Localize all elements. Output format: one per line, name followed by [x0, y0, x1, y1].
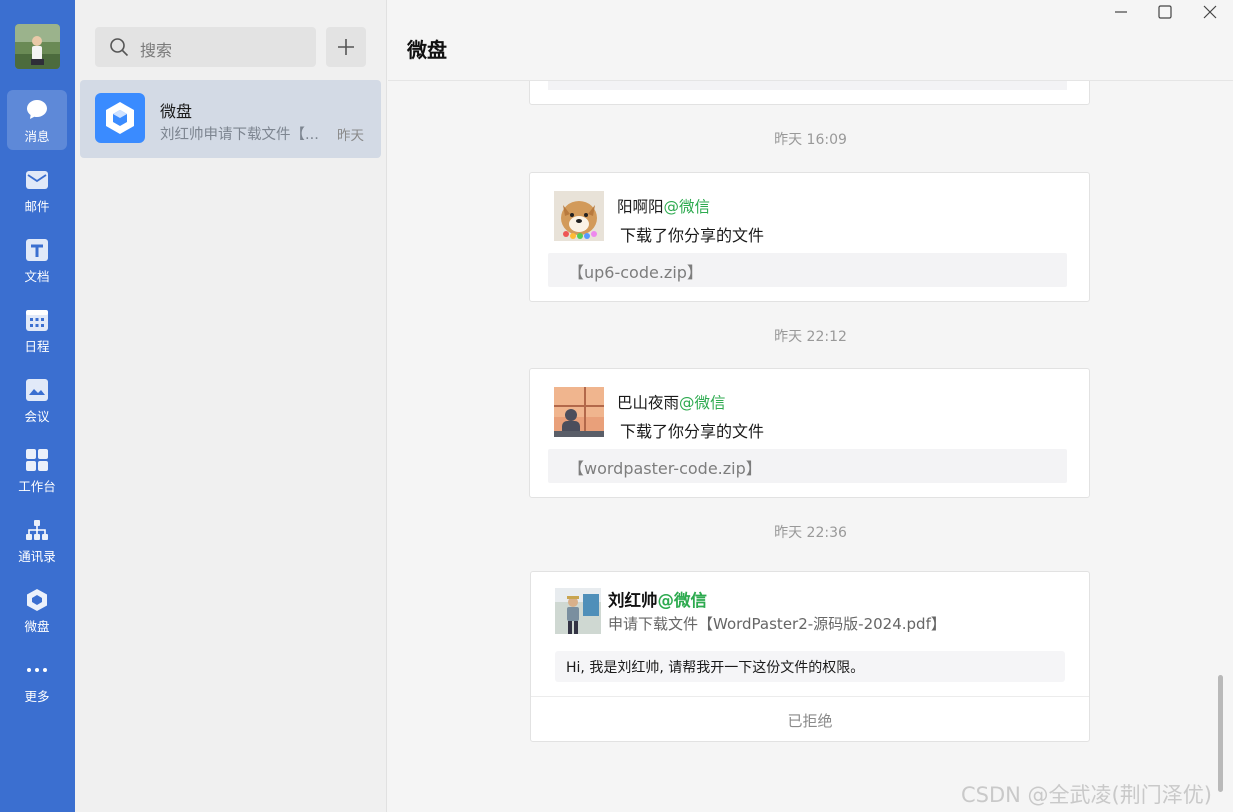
nav-label: 工作台 — [18, 479, 56, 494]
timestamp: 昨天 16:09 — [774, 132, 847, 148]
source-tag: @微信 — [657, 591, 708, 610]
mail-icon — [26, 171, 48, 189]
user-avatar[interactable] — [15, 24, 60, 69]
chat-panel: 微盘 昨天 16:09 阳啊阳@微信 下载了你分享的文件 【up6-code.z… — [388, 0, 1233, 812]
source-tag: @微信 — [679, 394, 726, 412]
file-link[interactable]: 【up6-code.zip】 — [548, 253, 1067, 287]
meeting-icon — [26, 379, 48, 401]
source-tag: @微信 — [663, 198, 711, 216]
nav-contacts[interactable]: 通讯录 — [7, 510, 67, 570]
nav-docs[interactable]: 文档 — [7, 230, 67, 290]
nav-more[interactable]: 更多 — [7, 650, 67, 710]
timestamp: 昨天 22:36 — [774, 525, 847, 541]
minimize-icon[interactable] — [1110, 2, 1132, 22]
request-status: 已拒绝 — [787, 712, 833, 730]
sender-name: 巴山夜雨@微信 — [617, 391, 726, 413]
requester-name: 刘红帅@微信 — [608, 587, 707, 611]
avatar — [554, 387, 604, 437]
sender-name: 阳啊阳@微信 — [617, 195, 710, 217]
calendar-icon — [26, 310, 48, 331]
nav-weipan[interactable]: 微盘 — [7, 580, 67, 640]
nav-label: 会议 — [24, 409, 50, 424]
add-button[interactable] — [326, 27, 366, 67]
nav-mail[interactable]: 邮件 — [7, 160, 67, 220]
conversation-time: 昨天 — [337, 128, 364, 144]
weipan-cube-icon — [27, 589, 47, 611]
conversation-preview: 刘红帅申请下载文件【... — [160, 127, 319, 143]
nav-label: 微盘 — [24, 619, 50, 634]
message-scroll-area[interactable]: 昨天 16:09 阳啊阳@微信 下载了你分享的文件 【up6-code.zip】… — [388, 81, 1233, 812]
conversation-list-panel: 搜索 微盘 刘红帅申请下载文件【... 昨天 — [75, 0, 387, 812]
message-card: 阳啊阳@微信 下载了你分享的文件 【up6-code.zip】 — [529, 172, 1090, 302]
nav-label: 消息 — [24, 129, 50, 144]
message-card: 巴山夜雨@微信 下载了你分享的文件 【wordpaster-code.zip】 — [529, 368, 1090, 498]
divider — [531, 696, 1089, 697]
nav-label: 通讯录 — [18, 549, 56, 564]
sender-username: 阳啊阳 — [617, 198, 664, 216]
nav-label: 邮件 — [24, 199, 50, 214]
timestamp: 昨天 22:12 — [774, 329, 847, 345]
search-input[interactable]: 搜索 — [95, 27, 316, 67]
left-nav-rail: 消息 邮件 文档 日程 会议 工作台 通讯录 微盘 更多 — [0, 0, 75, 812]
requester-username: 刘红帅 — [608, 591, 658, 610]
nav-meeting[interactable]: 会议 — [7, 370, 67, 430]
message-action: 下载了你分享的文件 — [620, 226, 765, 245]
maximize-icon[interactable] — [1154, 2, 1176, 22]
wecom-window: 消息 邮件 文档 日程 会议 工作台 通讯录 微盘 更多 搜索 微盘 刘红帅申请… — [0, 0, 1233, 812]
close-icon[interactable] — [1199, 2, 1221, 22]
nav-messages[interactable]: 消息 — [7, 90, 67, 150]
search-placeholder: 搜索 — [140, 41, 173, 60]
message-action: 下载了你分享的文件 — [620, 422, 765, 441]
workbench-grid-icon — [26, 449, 48, 471]
request-message: Hi, 我是刘红帅, 请帮我开一下这份文件的权限。 — [555, 651, 1065, 682]
avatar — [554, 191, 604, 241]
nav-label: 更多 — [24, 689, 50, 704]
nav-label: 文档 — [24, 269, 50, 284]
conversation-item-weipan[interactable]: 微盘 刘红帅申请下载文件【... 昨天 — [80, 80, 381, 158]
more-dots-icon — [27, 668, 47, 672]
document-icon — [26, 239, 48, 261]
contacts-tree-icon — [26, 520, 48, 540]
message-card-partial — [529, 81, 1090, 105]
plus-icon — [338, 39, 354, 55]
nav-workbench[interactable]: 工作台 — [7, 440, 67, 500]
nav-label: 日程 — [24, 339, 50, 354]
scrollbar-thumb[interactable] — [1218, 675, 1223, 792]
permission-request-card: 刘红帅@微信 申请下载文件【WordPaster2-源码版-2024.pdf】 … — [530, 571, 1090, 742]
avatar — [555, 588, 601, 634]
search-icon — [110, 38, 129, 57]
conversation-name: 微盘 — [160, 102, 193, 121]
request-description: 申请下载文件【WordPaster2-源码版-2024.pdf】 — [608, 615, 946, 633]
chat-header: 微盘 — [388, 0, 1233, 81]
nav-calendar[interactable]: 日程 — [7, 300, 67, 360]
weipan-app-icon — [95, 93, 145, 143]
watermark: CSDN @全武凌(荆门泽优) — [961, 783, 1212, 807]
file-link[interactable]: 【wordpaster-code.zip】 — [548, 449, 1067, 483]
sender-username: 巴山夜雨 — [617, 394, 680, 412]
chat-title: 微盘 — [407, 38, 447, 62]
chat-bubble-icon — [27, 100, 47, 119]
